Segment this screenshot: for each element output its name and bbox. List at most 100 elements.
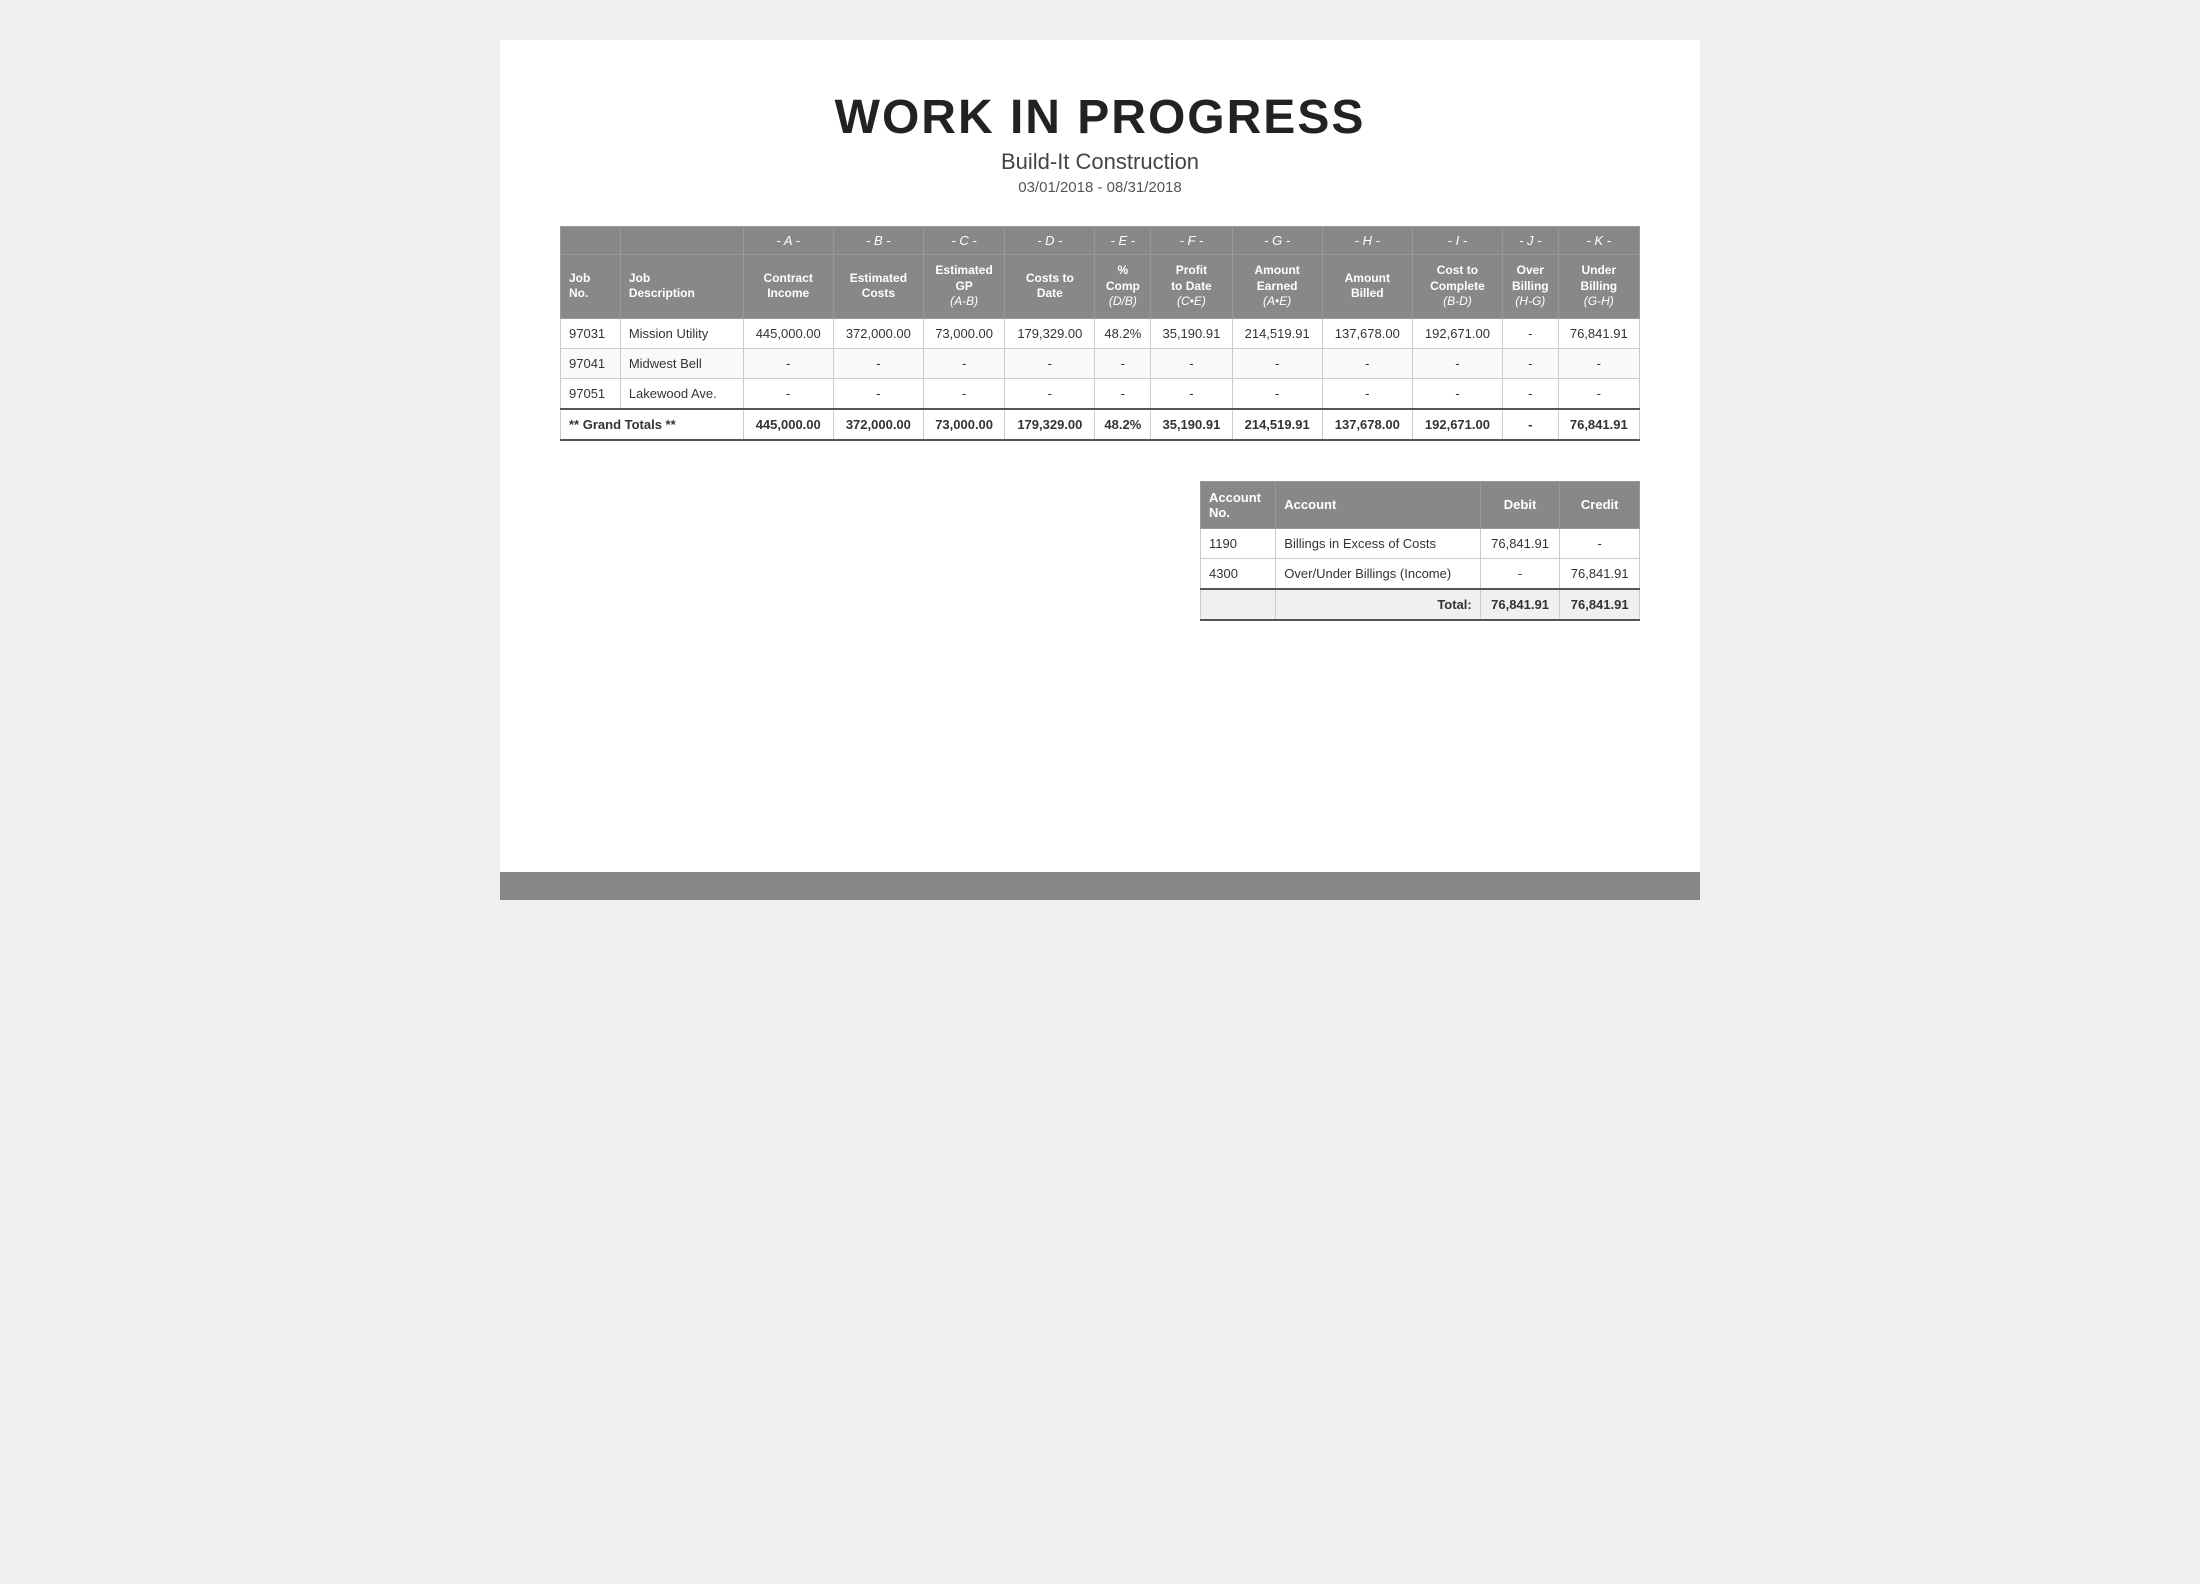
col-header-est-costs: EstimatedCosts [833, 255, 923, 319]
grand-total-over-billing: - [1503, 409, 1559, 440]
account-section: AccountNo. Account Debit Credit 1190 Bil… [560, 481, 1640, 621]
cell-job-desc: Lakewood Ave. [620, 378, 743, 409]
cell-under-billing: - [1558, 348, 1639, 378]
grand-total-profit-to-date: 35,190.91 [1151, 409, 1232, 440]
col-letter-f: - F - [1151, 227, 1232, 255]
cell-pct-comp: 48.2% [1095, 318, 1151, 348]
cell-profit-to-date: 35,190.91 [1151, 318, 1232, 348]
company-name: Build-It Construction [560, 149, 1640, 175]
column-letters-row: - A - - B - - C - - D - - E - - F - - G … [561, 227, 1640, 255]
col-header-job-desc: JobDescription [620, 255, 743, 319]
cell-over-billing: - [1503, 348, 1559, 378]
date-range: 03/01/2018 - 08/31/2018 [560, 179, 1640, 196]
col-header-under-billing: UnderBilling(G-H) [1558, 255, 1639, 319]
cell-account-no: 4300 [1201, 558, 1276, 589]
cell-costs-to-date: - [1005, 378, 1095, 409]
grand-total-row: ** Grand Totals ** 445,000.00 372,000.00… [561, 409, 1640, 440]
cell-amount-earned: - [1232, 348, 1322, 378]
col-header-contract-income: ContractIncome [743, 255, 833, 319]
cell-costs-to-date: - [1005, 348, 1095, 378]
account-table: AccountNo. Account Debit Credit 1190 Bil… [1200, 481, 1640, 621]
cell-amount-billed: 137,678.00 [1322, 318, 1412, 348]
account-row: 4300 Over/Under Billings (Income) - 76,8… [1201, 558, 1640, 589]
grand-total-est-gp: 73,000.00 [923, 409, 1004, 440]
cell-cost-to-complete: - [1412, 378, 1502, 409]
col-letter-empty2 [620, 227, 743, 255]
account-header-row: AccountNo. Account Debit Credit [1201, 481, 1640, 528]
cell-credit: 76,841.91 [1560, 558, 1640, 589]
cell-account-name: Billings in Excess of Costs [1276, 528, 1480, 558]
cell-over-billing: - [1503, 378, 1559, 409]
col-header-over-billing: OverBilling(H-G) [1503, 255, 1559, 319]
report-header: WORK IN PROGRESS Build-It Construction 0… [560, 90, 1640, 196]
total-debit: 76,841.91 [1480, 589, 1560, 620]
grand-total-label: ** Grand Totals ** [561, 409, 744, 440]
cell-over-billing: - [1503, 318, 1559, 348]
cell-pct-comp: - [1095, 378, 1151, 409]
cell-contract-income: - [743, 348, 833, 378]
col-letter-e: - E - [1095, 227, 1151, 255]
col-letter-d: - D - [1005, 227, 1095, 255]
grand-total-est-costs: 372,000.00 [833, 409, 923, 440]
total-label: Total: [1276, 589, 1480, 620]
col-account: Account [1276, 481, 1480, 528]
grand-total-under-billing: 76,841.91 [1558, 409, 1639, 440]
col-credit: Credit [1560, 481, 1640, 528]
cell-job-desc: Mission Utility [620, 318, 743, 348]
cell-job-no: 97041 [561, 348, 621, 378]
cell-amount-billed: - [1322, 348, 1412, 378]
wip-table: - A - - B - - C - - D - - E - - F - - G … [560, 226, 1640, 441]
total-credit: 76,841.91 [1560, 589, 1640, 620]
table-row: 97051 Lakewood Ave. - - - - - - - - - - … [561, 378, 1640, 409]
cell-contract-income: 445,000.00 [743, 318, 833, 348]
cell-amount-billed: - [1322, 378, 1412, 409]
cell-job-no: 97031 [561, 318, 621, 348]
account-table-body: 1190 Billings in Excess of Costs 76,841.… [1201, 528, 1640, 620]
cell-amount-earned: 214,519.91 [1232, 318, 1322, 348]
col-letter-empty1 [561, 227, 621, 255]
col-header-est-gp: EstimatedGP(A-B) [923, 255, 1004, 319]
col-header-costs-to-date: Costs toDate [1005, 255, 1095, 319]
report-title: WORK IN PROGRESS [560, 90, 1640, 145]
page-container: WORK IN PROGRESS Build-It Construction 0… [500, 40, 1700, 900]
cell-amount-earned: - [1232, 378, 1322, 409]
col-letter-b: - B - [833, 227, 923, 255]
col-header-amount-billed: AmountBilled [1322, 255, 1412, 319]
cell-profit-to-date: - [1151, 378, 1232, 409]
grand-total-pct-comp: 48.2% [1095, 409, 1151, 440]
cell-credit: - [1560, 528, 1640, 558]
cell-est-costs: - [833, 378, 923, 409]
cell-est-costs: - [833, 348, 923, 378]
account-total-row: Total: 76,841.91 76,841.91 [1201, 589, 1640, 620]
table-row: 97031 Mission Utility 445,000.00 372,000… [561, 318, 1640, 348]
cell-est-gp: 73,000.00 [923, 318, 1004, 348]
total-empty1 [1201, 589, 1276, 620]
col-header-job-no: JobNo. [561, 255, 621, 319]
wip-table-body: 97031 Mission Utility 445,000.00 372,000… [561, 318, 1640, 440]
col-header-cost-to-complete: Cost toComplete(B-D) [1412, 255, 1502, 319]
grand-total-costs-to-date: 179,329.00 [1005, 409, 1095, 440]
grand-total-contract-income: 445,000.00 [743, 409, 833, 440]
cell-under-billing: - [1558, 378, 1639, 409]
cell-account-name: Over/Under Billings (Income) [1276, 558, 1480, 589]
col-letter-h: - H - [1322, 227, 1412, 255]
cell-under-billing: 76,841.91 [1558, 318, 1639, 348]
grand-total-amount-earned: 214,519.91 [1232, 409, 1322, 440]
col-letter-k: - K - [1558, 227, 1639, 255]
col-header-pct-comp: %Comp(D/B) [1095, 255, 1151, 319]
cell-est-costs: 372,000.00 [833, 318, 923, 348]
table-row: 97041 Midwest Bell - - - - - - - - - - - [561, 348, 1640, 378]
cell-account-no: 1190 [1201, 528, 1276, 558]
footer-bar [500, 872, 1700, 900]
col-letter-j: - J - [1503, 227, 1559, 255]
col-letter-g: - G - [1232, 227, 1322, 255]
cell-job-no: 97051 [561, 378, 621, 409]
cell-est-gp: - [923, 378, 1004, 409]
cell-est-gp: - [923, 348, 1004, 378]
column-headers-row: JobNo. JobDescription ContractIncome Est… [561, 255, 1640, 319]
cell-profit-to-date: - [1151, 348, 1232, 378]
col-header-amount-earned: AmountEarned(A•E) [1232, 255, 1322, 319]
col-debit: Debit [1480, 481, 1560, 528]
cell-debit: - [1480, 558, 1560, 589]
cell-debit: 76,841.91 [1480, 528, 1560, 558]
